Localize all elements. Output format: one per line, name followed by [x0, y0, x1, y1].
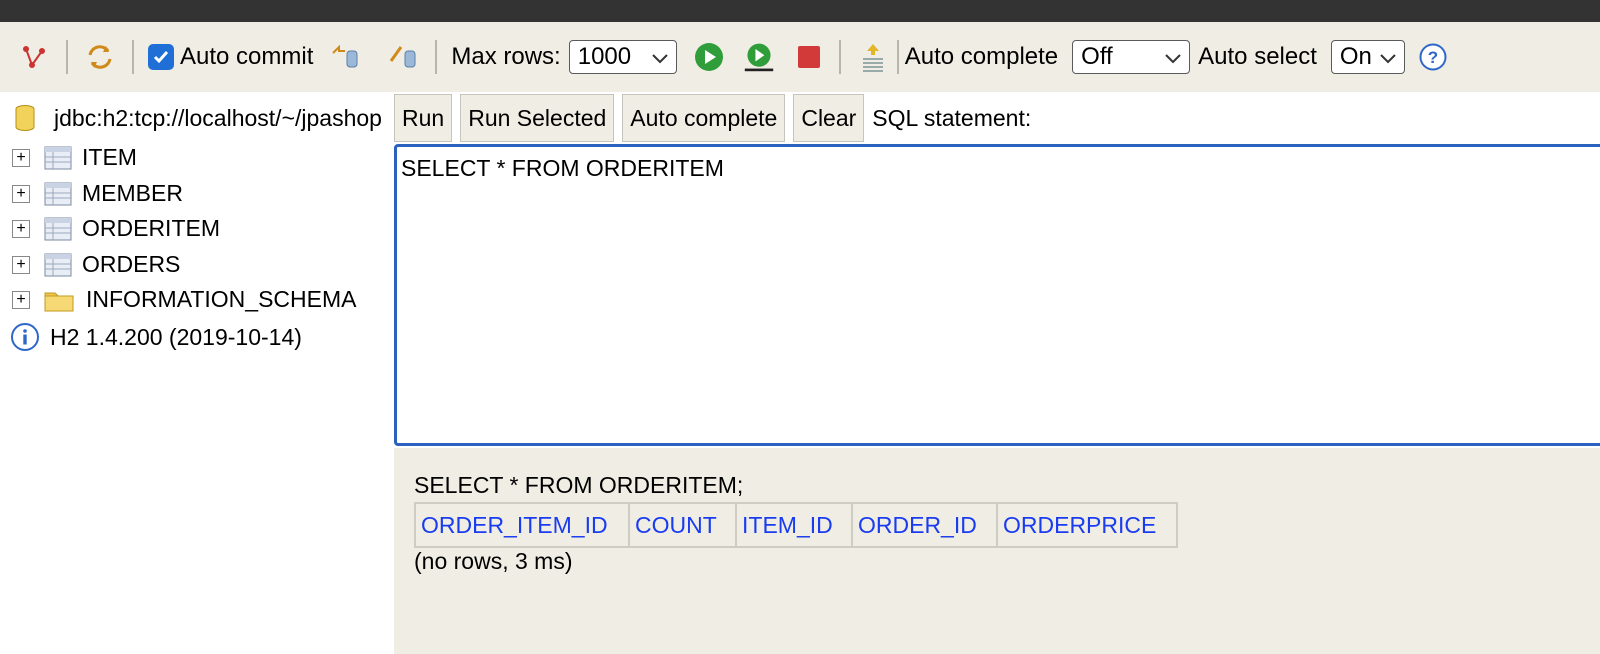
history-icon[interactable] — [855, 39, 891, 75]
toolbar: Auto commit Max rows: 1000 Auto complete… — [0, 22, 1600, 92]
info-icon — [10, 322, 40, 352]
connection-url: jdbc:h2:tcp://localhost/~/jpashop — [54, 104, 382, 131]
help-glyph: ? — [1428, 48, 1438, 67]
window-top-bar — [0, 0, 1600, 22]
help-icon[interactable]: ? — [1417, 41, 1449, 73]
chevron-down-icon — [1165, 43, 1181, 71]
results-panel: SELECT * FROM ORDERITEM; ORDER_ITEM_ID C… — [394, 448, 1600, 654]
version-row: H2 1.4.200 (2019-10-14) — [10, 322, 302, 352]
column-header-item-id[interactable]: ITEM_ID — [735, 502, 853, 548]
result-query: SELECT * FROM ORDERITEM; — [414, 472, 744, 498]
auto-commit-toggle[interactable]: Auto commit — [148, 43, 313, 71]
tree-item-label: INFORMATION_SCHEMA — [86, 286, 357, 312]
tree-item-information-schema[interactable]: + INFORMATION_SCHEMA — [12, 286, 356, 313]
toolbar-separator — [66, 40, 68, 74]
expand-icon[interactable]: + — [12, 148, 30, 167]
run-selected-icon[interactable] — [743, 41, 775, 73]
table-icon — [44, 253, 72, 277]
checkbox-checked-icon[interactable] — [148, 44, 174, 70]
column-header-order-id[interactable]: ORDER_ID — [851, 502, 998, 548]
table-icon — [44, 217, 72, 241]
sql-statement-label: SQL statement: — [872, 104, 1032, 131]
column-header-order-item-id[interactable]: ORDER_ITEM_ID — [414, 502, 630, 548]
toolbar-separator — [132, 40, 134, 74]
toolbar-separator — [896, 40, 899, 74]
chevron-down-icon — [652, 43, 668, 71]
sql-editor[interactable]: SELECT * FROM ORDERITEM — [394, 144, 1600, 446]
expand-icon[interactable]: + — [12, 255, 30, 274]
toolbar-separator — [435, 40, 438, 74]
auto-select-label: Auto select — [1198, 43, 1317, 70]
auto-complete-button[interactable]: Auto complete — [622, 94, 786, 142]
auto-select-select[interactable]: On — [1330, 40, 1405, 74]
result-table: ORDER_ITEM_ID COUNT ITEM_ID ORDER_ID ORD… — [414, 502, 1178, 548]
expand-icon[interactable]: + — [12, 184, 30, 203]
clear-button[interactable]: Clear — [793, 94, 865, 142]
database-icon — [14, 104, 36, 132]
result-status: (no rows, 3 ms) — [414, 548, 573, 574]
auto-select-value: On — [1339, 43, 1372, 70]
run-selected-button[interactable]: Run Selected — [460, 94, 615, 142]
table-icon — [44, 146, 72, 170]
max-rows-value: 1000 — [577, 43, 632, 70]
auto-complete-select[interactable]: Off — [1072, 40, 1191, 74]
commit-icon[interactable] — [385, 39, 421, 75]
schema-tree: jdbc:h2:tcp://localhost/~/jpashop + ITEM… — [0, 92, 394, 654]
table-icon — [44, 182, 72, 206]
version-label: H2 1.4.200 (2019-10-14) — [50, 323, 302, 350]
max-rows-select[interactable]: 1000 — [568, 40, 677, 74]
tree-item-orders[interactable]: + ORDERS — [12, 251, 180, 278]
tree-item-member[interactable]: + MEMBER — [12, 180, 183, 207]
sql-editor-text: SELECT * FROM ORDERITEM — [401, 155, 724, 181]
auto-complete-label: Auto complete — [904, 43, 1059, 70]
connection-row[interactable]: jdbc:h2:tcp://localhost/~/jpashop — [14, 104, 382, 132]
auto-complete-value: Off — [1081, 43, 1113, 70]
tree-item-label: ORDERITEM — [82, 215, 220, 241]
rollback-icon[interactable] — [327, 39, 363, 75]
expand-icon[interactable]: + — [12, 290, 30, 309]
stop-icon[interactable] — [793, 41, 825, 73]
query-button-bar: Run Run Selected Auto complete Clear SQL… — [394, 94, 1031, 142]
toolbar-separator — [838, 40, 841, 74]
tree-item-label: MEMBER — [82, 180, 183, 206]
expand-icon[interactable]: + — [12, 219, 30, 238]
run-button[interactable]: Run — [394, 94, 453, 142]
tree-item-label: ITEM — [82, 144, 137, 170]
column-header-count[interactable]: COUNT — [628, 502, 737, 548]
result-header-row: ORDER_ITEM_ID COUNT ITEM_ID ORDER_ID ORD… — [414, 502, 1178, 548]
run-icon[interactable] — [693, 41, 725, 73]
refresh-icon[interactable] — [82, 39, 118, 75]
auto-commit-label: Auto commit — [180, 43, 314, 70]
folder-icon — [44, 288, 76, 312]
max-rows-label: Max rows: — [451, 43, 561, 70]
tree-item-orderitem[interactable]: + ORDERITEM — [12, 215, 220, 242]
chevron-down-icon — [1380, 43, 1396, 71]
tree-item-item[interactable]: + ITEM — [12, 144, 137, 171]
column-header-orderprice[interactable]: ORDERPRICE — [996, 502, 1178, 548]
disconnect-icon[interactable] — [16, 39, 52, 75]
tree-item-label: ORDERS — [82, 251, 181, 277]
